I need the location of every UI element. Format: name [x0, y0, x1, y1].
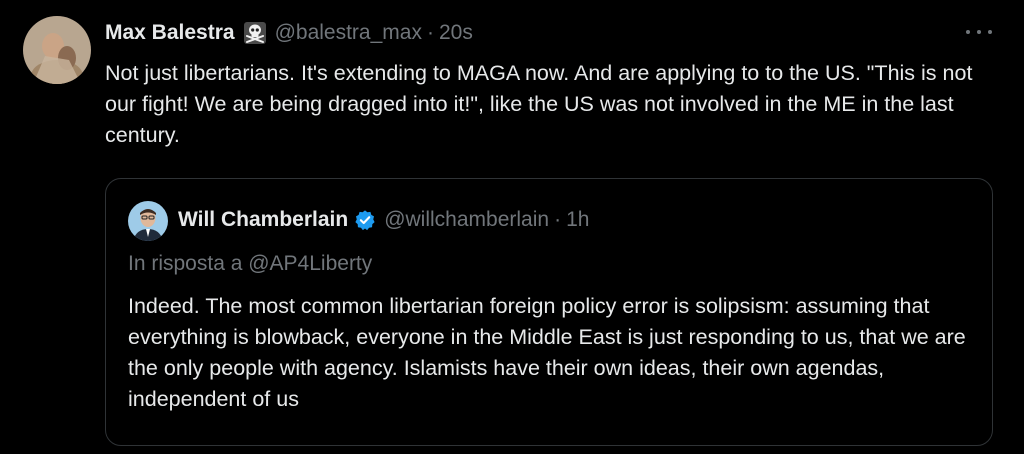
- separator-dot: ·: [554, 208, 562, 231]
- skull-crossbones-icon: [243, 21, 267, 45]
- quoted-tweet[interactable]: Will Chamberlain @willchamberlain · 1h I…: [105, 178, 993, 446]
- quoted-author-name[interactable]: Will Chamberlain: [178, 208, 348, 232]
- author-name[interactable]: Max Balestra: [105, 21, 235, 45]
- reply-context[interactable]: In risposta a @AP4Liberty: [128, 252, 372, 276]
- verified-badge-icon: [354, 209, 376, 231]
- quoted-header: Will Chamberlain @willchamberlain · 1h: [178, 205, 589, 235]
- avatar[interactable]: [23, 16, 91, 84]
- quoted-avatar[interactable]: [128, 201, 168, 241]
- more-horizontal-icon[interactable]: [966, 22, 992, 42]
- quoted-author-handle[interactable]: @willchamberlain: [384, 208, 549, 232]
- timestamp[interactable]: 20s: [439, 21, 473, 45]
- tweet-text: Not just libertarians. It's extending to…: [105, 61, 973, 147]
- quoted-timestamp[interactable]: 1h: [566, 208, 589, 232]
- author-handle[interactable]: @balestra_max: [275, 21, 422, 45]
- separator-dot: ·: [426, 21, 434, 44]
- tweet-header: Max Balestra @balestra_max · 20s: [105, 18, 473, 48]
- quoted-tweet-text: Indeed. The most common libertarian fore…: [128, 294, 966, 411]
- tweet[interactable]: Max Balestra @balestra_max · 20s Not jus…: [0, 0, 1024, 454]
